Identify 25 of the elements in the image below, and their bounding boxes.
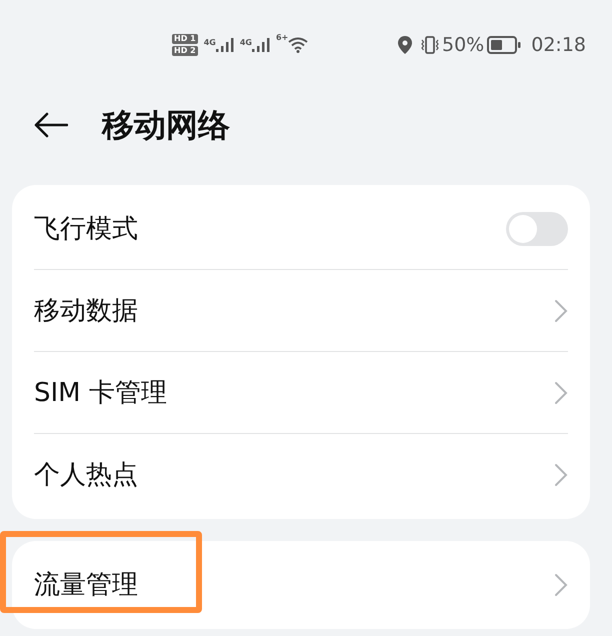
sim-badge: HD 2 [172,46,198,56]
setting-label: 移动数据 [34,294,138,328]
chevron-right-icon [554,573,568,597]
chevron-right-icon [554,299,568,323]
signal-icon [252,37,270,53]
chevron-right-icon [554,381,568,405]
location-icon [398,36,412,54]
wifi-label: 6+ [276,32,288,44]
sim-badge: HD 1 [172,34,198,44]
setting-label: 流量管理 [34,568,138,602]
chevron-right-icon [554,463,568,487]
battery-percent: 50% [442,32,484,58]
back-arrow-icon[interactable] [34,112,68,138]
battery-icon [487,36,522,54]
wifi-icon [288,37,308,53]
vibrate-icon [420,36,440,54]
network-type: 4G [240,37,252,49]
setting-label: SIM 卡管理 [34,376,167,410]
signal-icon [216,37,234,53]
setting-label: 飞行模式 [34,212,138,246]
clock: 02:18 [531,32,586,58]
network-type: 4G [204,37,216,49]
setting-label: 个人热点 [34,458,138,492]
page-title: 移动网络 [102,105,230,146]
toggle-switch[interactable] [506,212,568,246]
